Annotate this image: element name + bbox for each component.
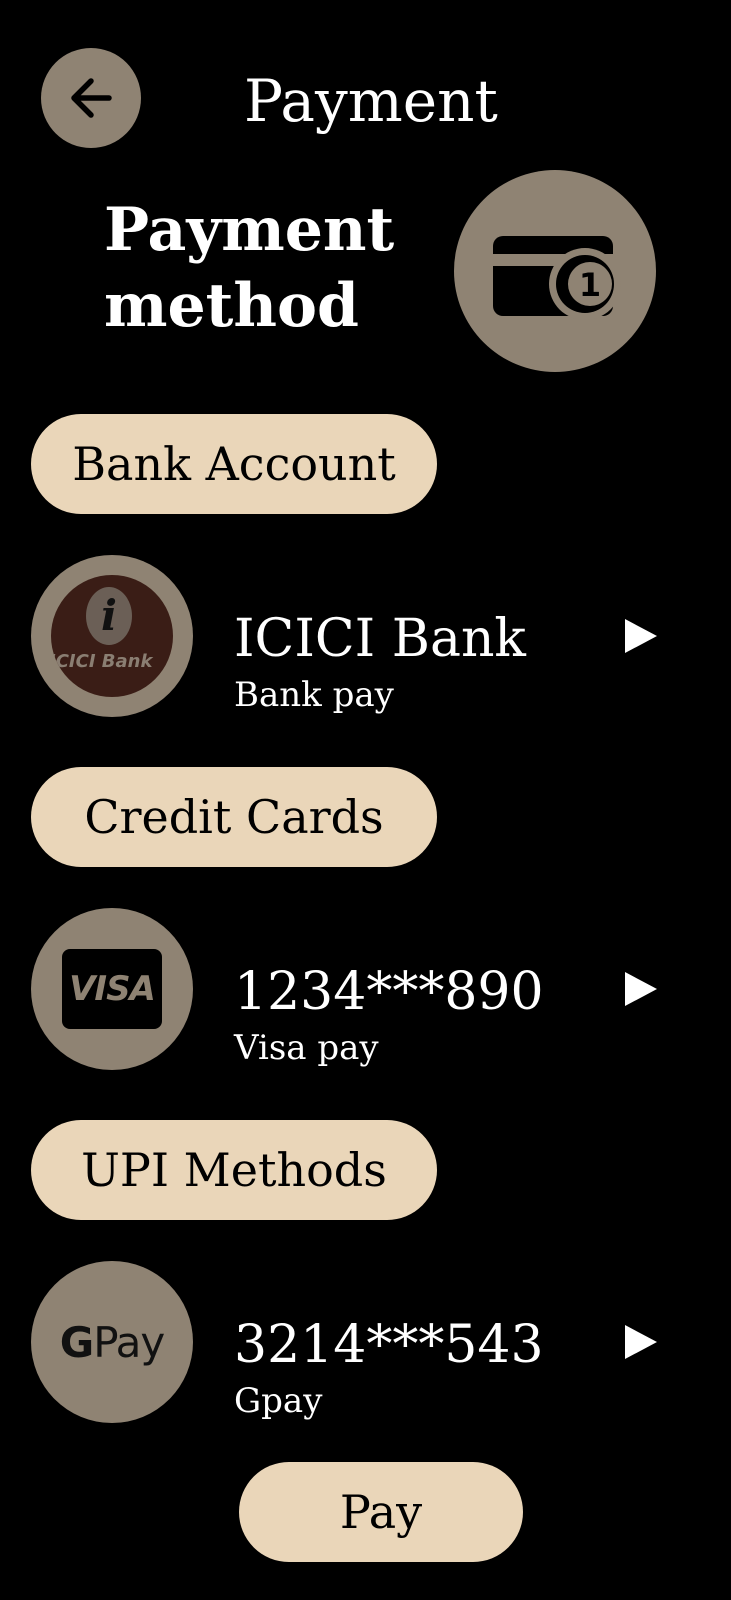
option-subtitle: Visa pay xyxy=(234,1028,379,1068)
payment-method-icon: 1 xyxy=(454,170,656,372)
visa-logo: VISA xyxy=(31,908,193,1070)
bank-account-label: Bank Account xyxy=(31,414,437,514)
gpay-logo-g: G xyxy=(59,1317,94,1367)
payment-option-visa[interactable]: VISA 1234***890 Visa pay xyxy=(31,908,681,1070)
icici-logo: i ICICI Bank xyxy=(31,555,193,717)
arrow-left-icon xyxy=(71,78,112,118)
gpay-logo-pay: Pay xyxy=(93,1317,165,1367)
visa-logo-text: VISA xyxy=(62,949,162,1029)
icici-logo-text: ICICI Bank xyxy=(51,651,153,672)
pay-button[interactable]: Pay xyxy=(239,1462,523,1562)
option-title: 3214***543 xyxy=(234,1315,544,1375)
gpay-logo-text: GPay xyxy=(59,1317,166,1367)
option-subtitle: Bank pay xyxy=(234,675,394,715)
page-title: Payment xyxy=(244,67,498,135)
credit-cards-label: Credit Cards xyxy=(31,767,437,867)
option-title: 1234***890 xyxy=(234,962,544,1022)
play-arrow-icon xyxy=(625,619,657,653)
payment-option-gpay[interactable]: GPay 3214***543 Gpay xyxy=(31,1261,681,1423)
option-subtitle: Gpay xyxy=(234,1381,323,1421)
gpay-logo: GPay xyxy=(31,1261,193,1423)
icici-logo-inner: i ICICI Bank xyxy=(51,575,173,697)
back-button[interactable] xyxy=(41,48,141,148)
icici-logo-letter: i xyxy=(86,587,132,645)
play-arrow-icon xyxy=(625,972,657,1006)
section-title: Payment method xyxy=(104,195,395,341)
upi-methods-label: UPI Methods xyxy=(31,1120,437,1220)
option-title: ICICI Bank xyxy=(234,609,526,669)
play-arrow-icon xyxy=(625,1325,657,1359)
payment-option-icici[interactable]: i ICICI Bank ICICI Bank Bank pay xyxy=(31,555,681,717)
badge-number: 1 xyxy=(579,266,601,304)
card-badge-icon: 1 xyxy=(493,236,621,320)
